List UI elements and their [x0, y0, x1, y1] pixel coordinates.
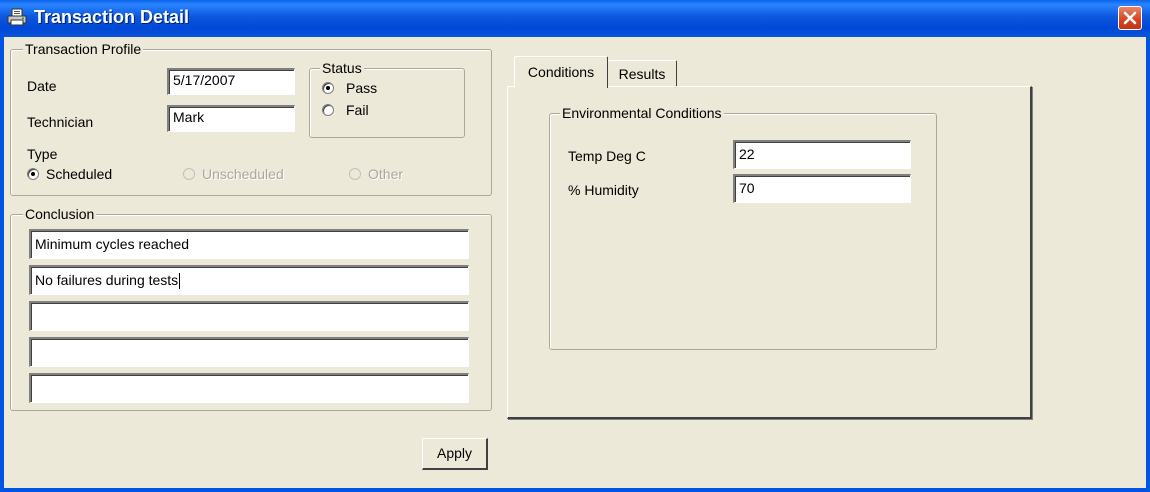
type-scheduled-label[interactable]: Scheduled — [46, 166, 112, 183]
text-cursor — [179, 273, 181, 290]
conclusion-line-5[interactable] — [29, 373, 469, 403]
humidity-label: % Humidity — [568, 182, 639, 198]
technician-label: Technician — [27, 114, 94, 130]
apply-button[interactable]: Apply — [422, 438, 488, 470]
type-unscheduled-label[interactable]: Unscheduled — [202, 166, 284, 183]
type-other-radio[interactable] — [349, 168, 361, 180]
tab-conditions[interactable]: Conditions — [514, 56, 608, 88]
date-label: Date — [27, 78, 57, 94]
type-unscheduled-radio[interactable] — [183, 168, 195, 180]
conclusion-line-2[interactable]: No failures during tests — [29, 265, 469, 295]
window-title: Transaction Detail — [34, 7, 190, 27]
type-other-label[interactable]: Other — [368, 166, 403, 183]
technician-field[interactable]: Mark — [167, 105, 295, 132]
environmental-conditions-group: Environmental Conditions Temp Deg C 22 %… — [549, 105, 937, 350]
temp-label: Temp Deg C — [568, 148, 646, 164]
status-fail-label[interactable]: Fail — [346, 102, 369, 119]
dialog-body: Transaction Profile Date 5/17/2007 Techn… — [4, 37, 1146, 488]
conclusion-line-3[interactable] — [29, 301, 469, 331]
tab-results-label: Results — [618, 66, 666, 82]
status-fail-radio[interactable] — [322, 104, 334, 116]
environmental-conditions-legend: Environmental Conditions — [560, 105, 724, 121]
conclusion-line-1[interactable]: Minimum cycles reached — [29, 229, 469, 259]
tab-results[interactable]: Results — [607, 60, 677, 86]
transaction-profile-group: Transaction Profile Date 5/17/2007 Techn… — [10, 41, 492, 196]
date-field[interactable]: 5/17/2007 — [167, 68, 295, 95]
temp-field[interactable]: 22 — [733, 140, 911, 169]
transaction-profile-legend: Transaction Profile — [23, 41, 144, 57]
type-label: Type — [27, 146, 58, 162]
transaction-detail-window: Transaction Detail Transaction Profile D… — [0, 0, 1150, 492]
humidity-field[interactable]: 70 — [733, 174, 911, 203]
conclusion-group: Conclusion Minimum cycles reached No fai… — [10, 206, 492, 411]
close-icon — [1119, 11, 1141, 32]
close-button[interactable] — [1118, 6, 1142, 30]
conclusion-legend: Conclusion — [23, 206, 97, 222]
status-pass-label[interactable]: Pass — [346, 80, 377, 97]
printer-icon — [7, 8, 27, 26]
status-pass-radio[interactable] — [322, 82, 334, 94]
status-group: Status Pass Fail — [309, 60, 465, 138]
title-bar[interactable]: Transaction Detail — [0, 0, 1150, 37]
type-scheduled-radio[interactable] — [27, 168, 39, 180]
status-legend: Status — [320, 60, 364, 76]
tab-conditions-label: Conditions — [527, 64, 595, 80]
conclusion-line-2-text: No failures during tests — [35, 272, 179, 288]
conclusion-line-4[interactable] — [29, 337, 469, 367]
